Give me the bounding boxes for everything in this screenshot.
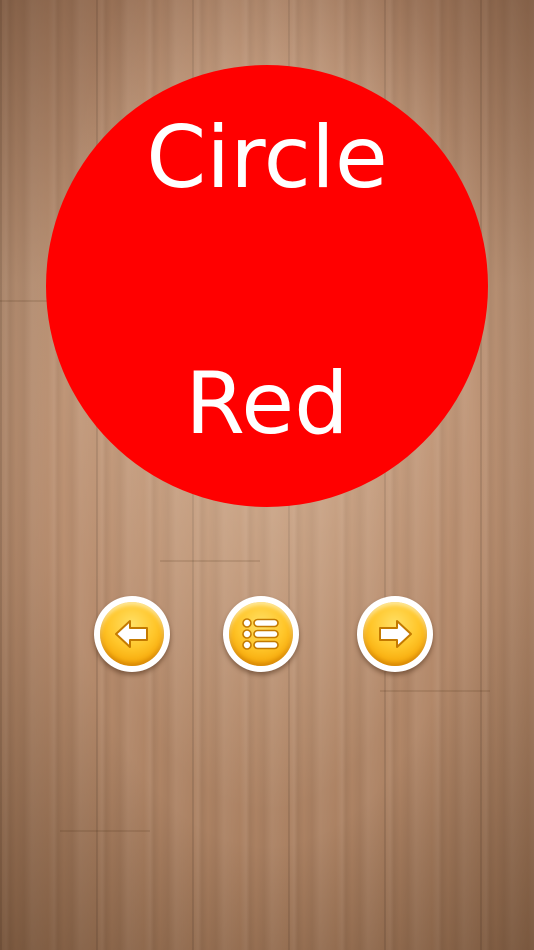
menu-button[interactable]: [223, 596, 299, 672]
previous-button-face: [100, 602, 164, 666]
next-button-face: [363, 602, 427, 666]
plank-seam: [380, 690, 490, 692]
shape-display-circle: Circle Red: [46, 65, 488, 507]
shape-name-label: Circle: [146, 108, 388, 208]
menu-button-face: [229, 602, 293, 666]
plank-seam: [160, 560, 260, 562]
list-icon: [242, 618, 279, 650]
plank-seam: [60, 830, 150, 832]
color-name-label: Red: [185, 354, 349, 454]
previous-button[interactable]: [94, 596, 170, 672]
arrow-left-icon: [115, 620, 148, 648]
next-button[interactable]: [357, 596, 433, 672]
arrow-right-icon: [379, 620, 412, 648]
